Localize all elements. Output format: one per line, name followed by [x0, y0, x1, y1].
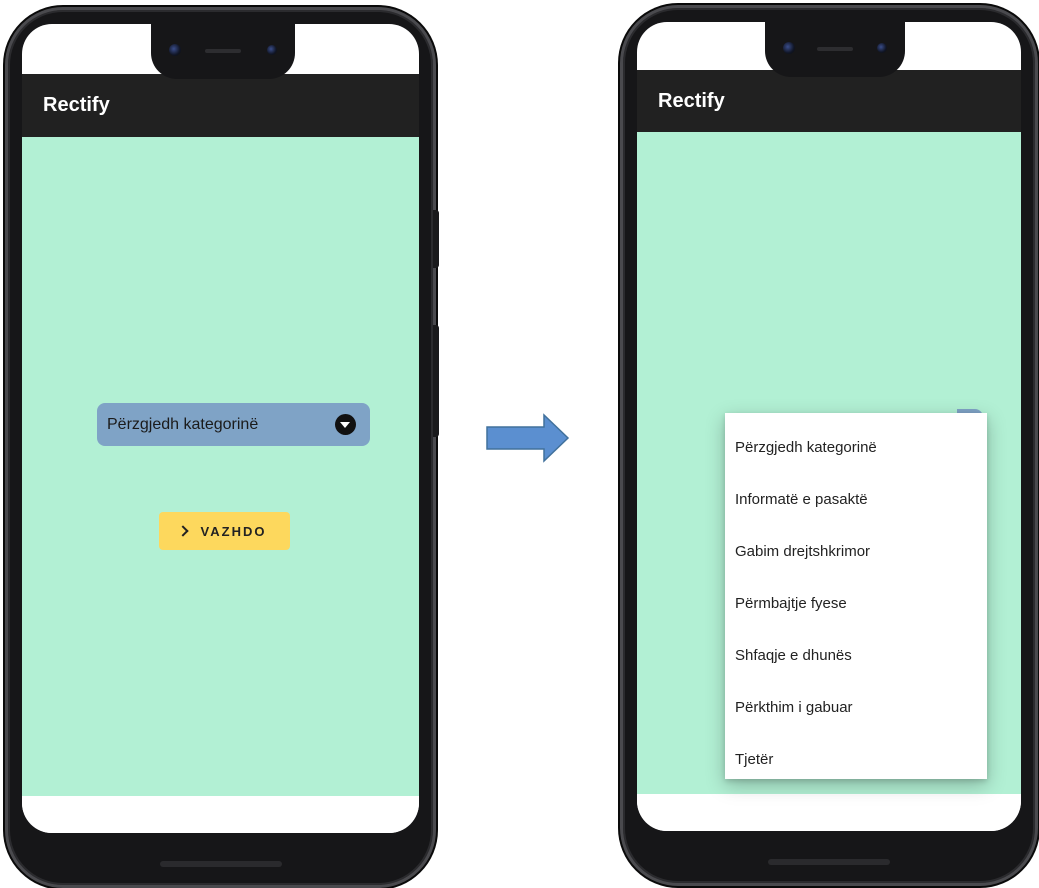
category-menu: Përzgjedh kategorinë Informatë e pasaktë… — [725, 413, 987, 779]
chevron-right-icon — [176, 525, 189, 537]
menu-item[interactable]: Gabim drejtshkrimor — [725, 525, 987, 577]
app-title: Rectify — [43, 94, 110, 116]
home-indicator — [159, 861, 282, 867]
app-bar: Rectify — [637, 70, 1021, 132]
category-dropdown[interactable]: Përzgjedh kategorinë — [97, 403, 370, 446]
bottom-bar — [22, 796, 419, 833]
phone-right: Rectify Përzgjedh kategorinë Informatë e… — [620, 5, 1038, 886]
menu-item[interactable]: Përzgjedh kategorinë — [725, 421, 987, 473]
continue-button-label: VAZHDO — [200, 523, 267, 539]
app-bar: Rectify — [22, 74, 419, 137]
dropdown-selected-label: Përzgjedh kategorinë — [107, 415, 259, 433]
notch — [151, 24, 295, 79]
speaker-grille — [817, 47, 853, 51]
volume-button — [433, 210, 439, 268]
menu-item[interactable]: Shfaqje e dhunës — [725, 629, 987, 681]
arrow-right-icon — [486, 413, 570, 463]
camera-icon — [783, 42, 795, 54]
phone-left: Rectify Përzgjedh kategorinë VAZHDO — [5, 7, 436, 888]
power-button — [433, 325, 439, 437]
notch — [765, 22, 905, 77]
menu-item[interactable]: Përmbajtje fyese — [725, 577, 987, 629]
camera-icon — [877, 43, 887, 53]
screen-left: Rectify Përzgjedh kategorinë VAZHDO — [22, 24, 419, 833]
bottom-bar — [637, 794, 1021, 831]
speaker-grille — [205, 49, 241, 53]
continue-button[interactable]: VAZHDO — [159, 512, 290, 550]
menu-item[interactable]: Përkthim i gabuar — [725, 681, 987, 733]
camera-icon — [169, 44, 181, 56]
menu-item[interactable]: Tjetër — [725, 733, 987, 785]
main-content: Përzgjedh kategorinë VAZHDO — [22, 137, 419, 797]
chevron-down-circle-icon — [335, 414, 356, 435]
menu-item[interactable]: Informatë e pasaktë — [725, 473, 987, 525]
home-indicator — [768, 859, 890, 865]
camera-icon — [267, 45, 277, 55]
screen-right: Rectify Përzgjedh kategorinë Informatë e… — [637, 22, 1021, 831]
app-title: Rectify — [658, 89, 725, 112]
